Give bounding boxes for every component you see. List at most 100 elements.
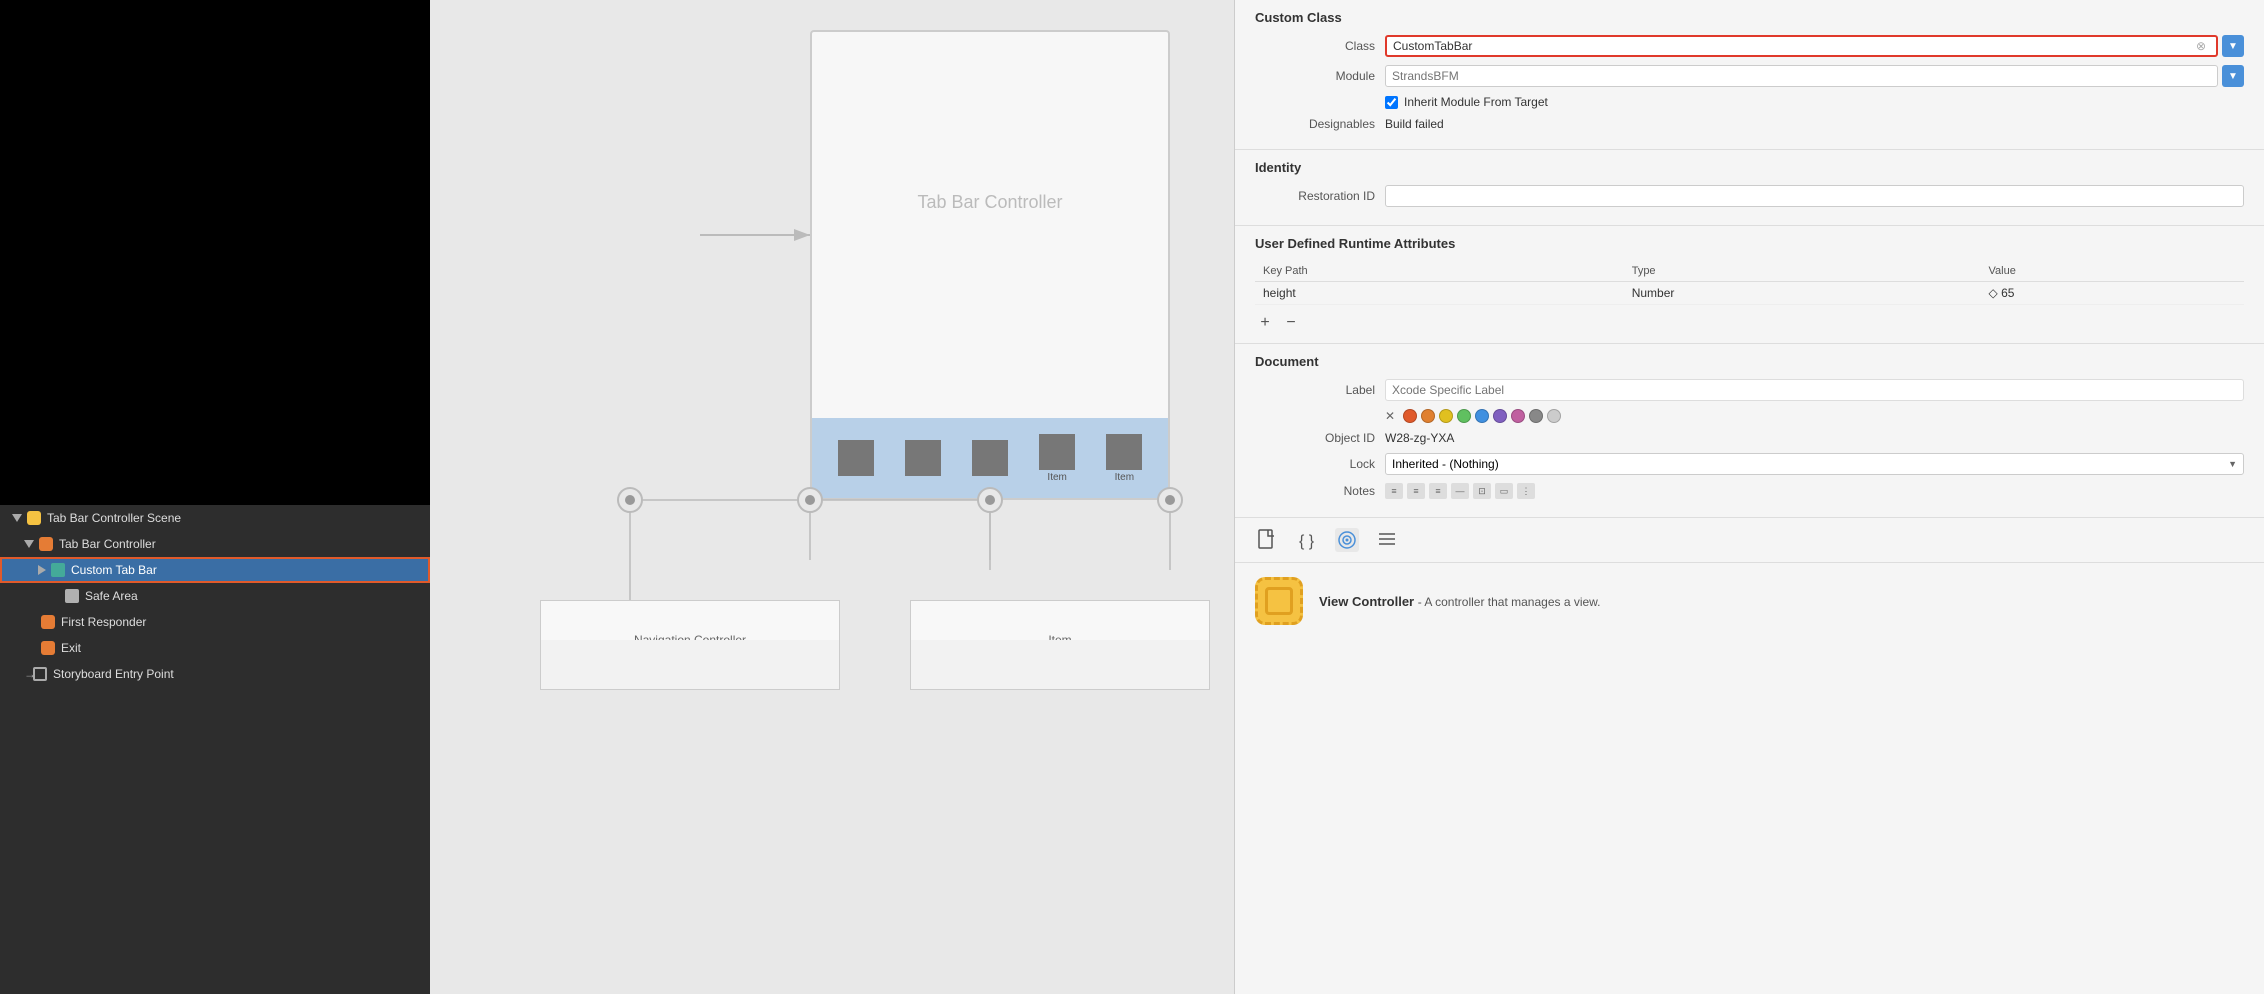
right-panel: Custom Class Class CustomTabBar ⊗ ▼ Modu…	[1234, 0, 2264, 994]
vc-icon	[1255, 577, 1303, 625]
safearea-icon	[64, 588, 80, 604]
color-x-btn[interactable]: ✕	[1385, 409, 1395, 423]
exit-icon	[40, 640, 56, 656]
udra-title: User Defined Runtime Attributes	[1255, 236, 2244, 251]
vc-info: View Controller - A controller that mana…	[1235, 563, 2264, 639]
bottom-icon-target[interactable]	[1335, 528, 1359, 552]
designables-label: Designables	[1255, 117, 1375, 131]
tab-item-box-4	[1039, 434, 1075, 470]
udra-value-height: ◇ 65	[1981, 282, 2244, 305]
device-tabbar: Item Item	[812, 418, 1168, 498]
module-field-container: ▼	[1385, 65, 2244, 87]
color-dot-orange[interactable]	[1403, 409, 1417, 423]
exit-label: Exit	[61, 641, 81, 655]
vc-text-container: View Controller - A controller that mana…	[1319, 594, 1601, 609]
class-label: Class	[1255, 39, 1375, 53]
lock-dropdown[interactable]: Inherited - (Nothing) ▼	[1385, 453, 2244, 475]
color-dot-green[interactable]	[1457, 409, 1471, 423]
inherit-row: Inherit Module From Target	[1385, 95, 2244, 109]
disclosure-scene[interactable]	[12, 514, 22, 522]
udra-type-height: Number	[1624, 282, 1981, 305]
restoration-label: Restoration ID	[1255, 189, 1375, 203]
module-field[interactable]	[1385, 65, 2218, 87]
disclosure-tabbar[interactable]	[24, 540, 34, 548]
outline-item-exit[interactable]: Exit	[0, 635, 430, 661]
item-sub	[910, 640, 1210, 690]
bottom-icon-lines[interactable]	[1375, 528, 1399, 552]
color-dot-yellow[interactable]	[1439, 409, 1453, 423]
module-dropdown-arrow[interactable]: ▼	[2222, 65, 2244, 87]
udra-add-btn[interactable]: +	[1255, 313, 1275, 333]
safearea-label: Safe Area	[85, 589, 138, 603]
udra-table: Key Path Type Value height Number ◇ 65	[1255, 261, 2244, 305]
object-id-row: Object ID W28-zg-YXA	[1255, 431, 2244, 445]
outline-item-firstresponder[interactable]: First Responder	[0, 609, 430, 635]
class-value: CustomTabBar	[1393, 39, 2196, 53]
custom-class-title: Custom Class	[1255, 10, 2244, 25]
notes-icon-1[interactable]: ≡	[1385, 483, 1403, 499]
canvas-area: Tab Bar Controller Item Item	[430, 0, 1234, 994]
color-dot-blue[interactable]	[1475, 409, 1489, 423]
restoration-id-field[interactable]	[1385, 185, 2244, 207]
custom-class-section: Custom Class Class CustomTabBar ⊗ ▼ Modu…	[1235, 0, 2264, 150]
restoration-row: Restoration ID	[1255, 185, 2244, 207]
module-row: Module ▼	[1255, 65, 2244, 87]
bottom-icon-curly[interactable]: { }	[1295, 528, 1319, 552]
svg-text:{ }: { }	[1299, 533, 1315, 550]
color-dot-gray[interactable]	[1529, 409, 1543, 423]
doc-label-row: Label	[1255, 379, 2244, 401]
outline-item-customtabbar[interactable]: Custom Tab Bar	[0, 557, 430, 583]
tab-item-box-5	[1106, 434, 1142, 470]
color-row: ✕	[1385, 409, 2244, 423]
class-field-wrapper[interactable]: CustomTabBar ⊗	[1385, 35, 2218, 57]
notes-icon-2[interactable]: ≡	[1407, 483, 1425, 499]
outline-item-entrypoint[interactable]: → Storyboard Entry Point	[0, 661, 430, 687]
outline-item-tabbarcontroller[interactable]: Tab Bar Controller	[0, 531, 430, 557]
nav-controller-sub	[540, 640, 840, 690]
tabbar-label: Tab Bar Controller	[59, 537, 156, 551]
color-dot-darkorange[interactable]	[1421, 409, 1435, 423]
firstresponder-label: First Responder	[61, 615, 146, 629]
notes-icons: ≡ ≡ ≡ — ⊡ ▭ ⋮	[1385, 483, 1535, 499]
designables-value: Build failed	[1385, 117, 1444, 131]
scene-label: Tab Bar Controller Scene	[47, 511, 181, 525]
inherit-checkbox[interactable]	[1385, 96, 1398, 109]
notes-icon-5[interactable]: ⊡	[1473, 483, 1491, 499]
udra-col-value: Value	[1981, 261, 2244, 282]
notes-row: Notes ≡ ≡ ≡ — ⊡ ▭ ⋮	[1255, 483, 2244, 499]
notes-icon-3[interactable]: ≡	[1429, 483, 1447, 499]
udra-row-height: height Number ◇ 65	[1255, 282, 2244, 305]
color-dots	[1403, 409, 1561, 423]
tab-col-1	[838, 440, 874, 476]
udra-keypath-height: height	[1255, 282, 1624, 305]
class-clear-icon[interactable]: ⊗	[2196, 39, 2206, 53]
bottom-icon-doc[interactable]	[1255, 528, 1279, 552]
doc-label-field[interactable]	[1385, 379, 2244, 401]
canvas-wrapper: Tab Bar Controller Item Item	[430, 0, 1234, 994]
color-dot-purple[interactable]	[1493, 409, 1507, 423]
disclosure-customtabbar[interactable]	[38, 565, 46, 575]
class-row: Class CustomTabBar ⊗ ▼	[1255, 35, 2244, 57]
lock-value: Inherited - (Nothing)	[1392, 457, 1499, 471]
document-section: Document Label ✕ Object ID W28-zg-YXA	[1235, 344, 2264, 518]
device-frame: Tab Bar Controller Item Item	[810, 30, 1170, 500]
doc-label-label: Label	[1255, 383, 1375, 397]
udra-remove-btn[interactable]: −	[1281, 313, 1301, 333]
notes-icon-6[interactable]: ▭	[1495, 483, 1513, 499]
bottom-icons: { }	[1235, 518, 2264, 563]
outline-item-safearea[interactable]: Safe Area	[0, 583, 430, 609]
entrypoint-icon	[32, 666, 48, 682]
notes-label: Notes	[1255, 484, 1375, 498]
notes-icon-7[interactable]: ⋮	[1517, 483, 1535, 499]
document-title: Document	[1255, 354, 2244, 369]
outline-item-scene[interactable]: Tab Bar Controller Scene	[0, 505, 430, 531]
color-dot-pink[interactable]	[1511, 409, 1525, 423]
class-dropdown-arrow[interactable]: ▼	[2222, 35, 2244, 57]
tab-item-box-1	[838, 440, 874, 476]
vc-description: - A controller that manages a view.	[1418, 595, 1601, 609]
notes-icon-4[interactable]: —	[1451, 483, 1469, 499]
inherit-label: Inherit Module From Target	[1404, 95, 1548, 109]
color-dot-lightgray[interactable]	[1547, 409, 1561, 423]
scene-icon	[26, 510, 42, 526]
device-title: Tab Bar Controller	[812, 192, 1168, 213]
